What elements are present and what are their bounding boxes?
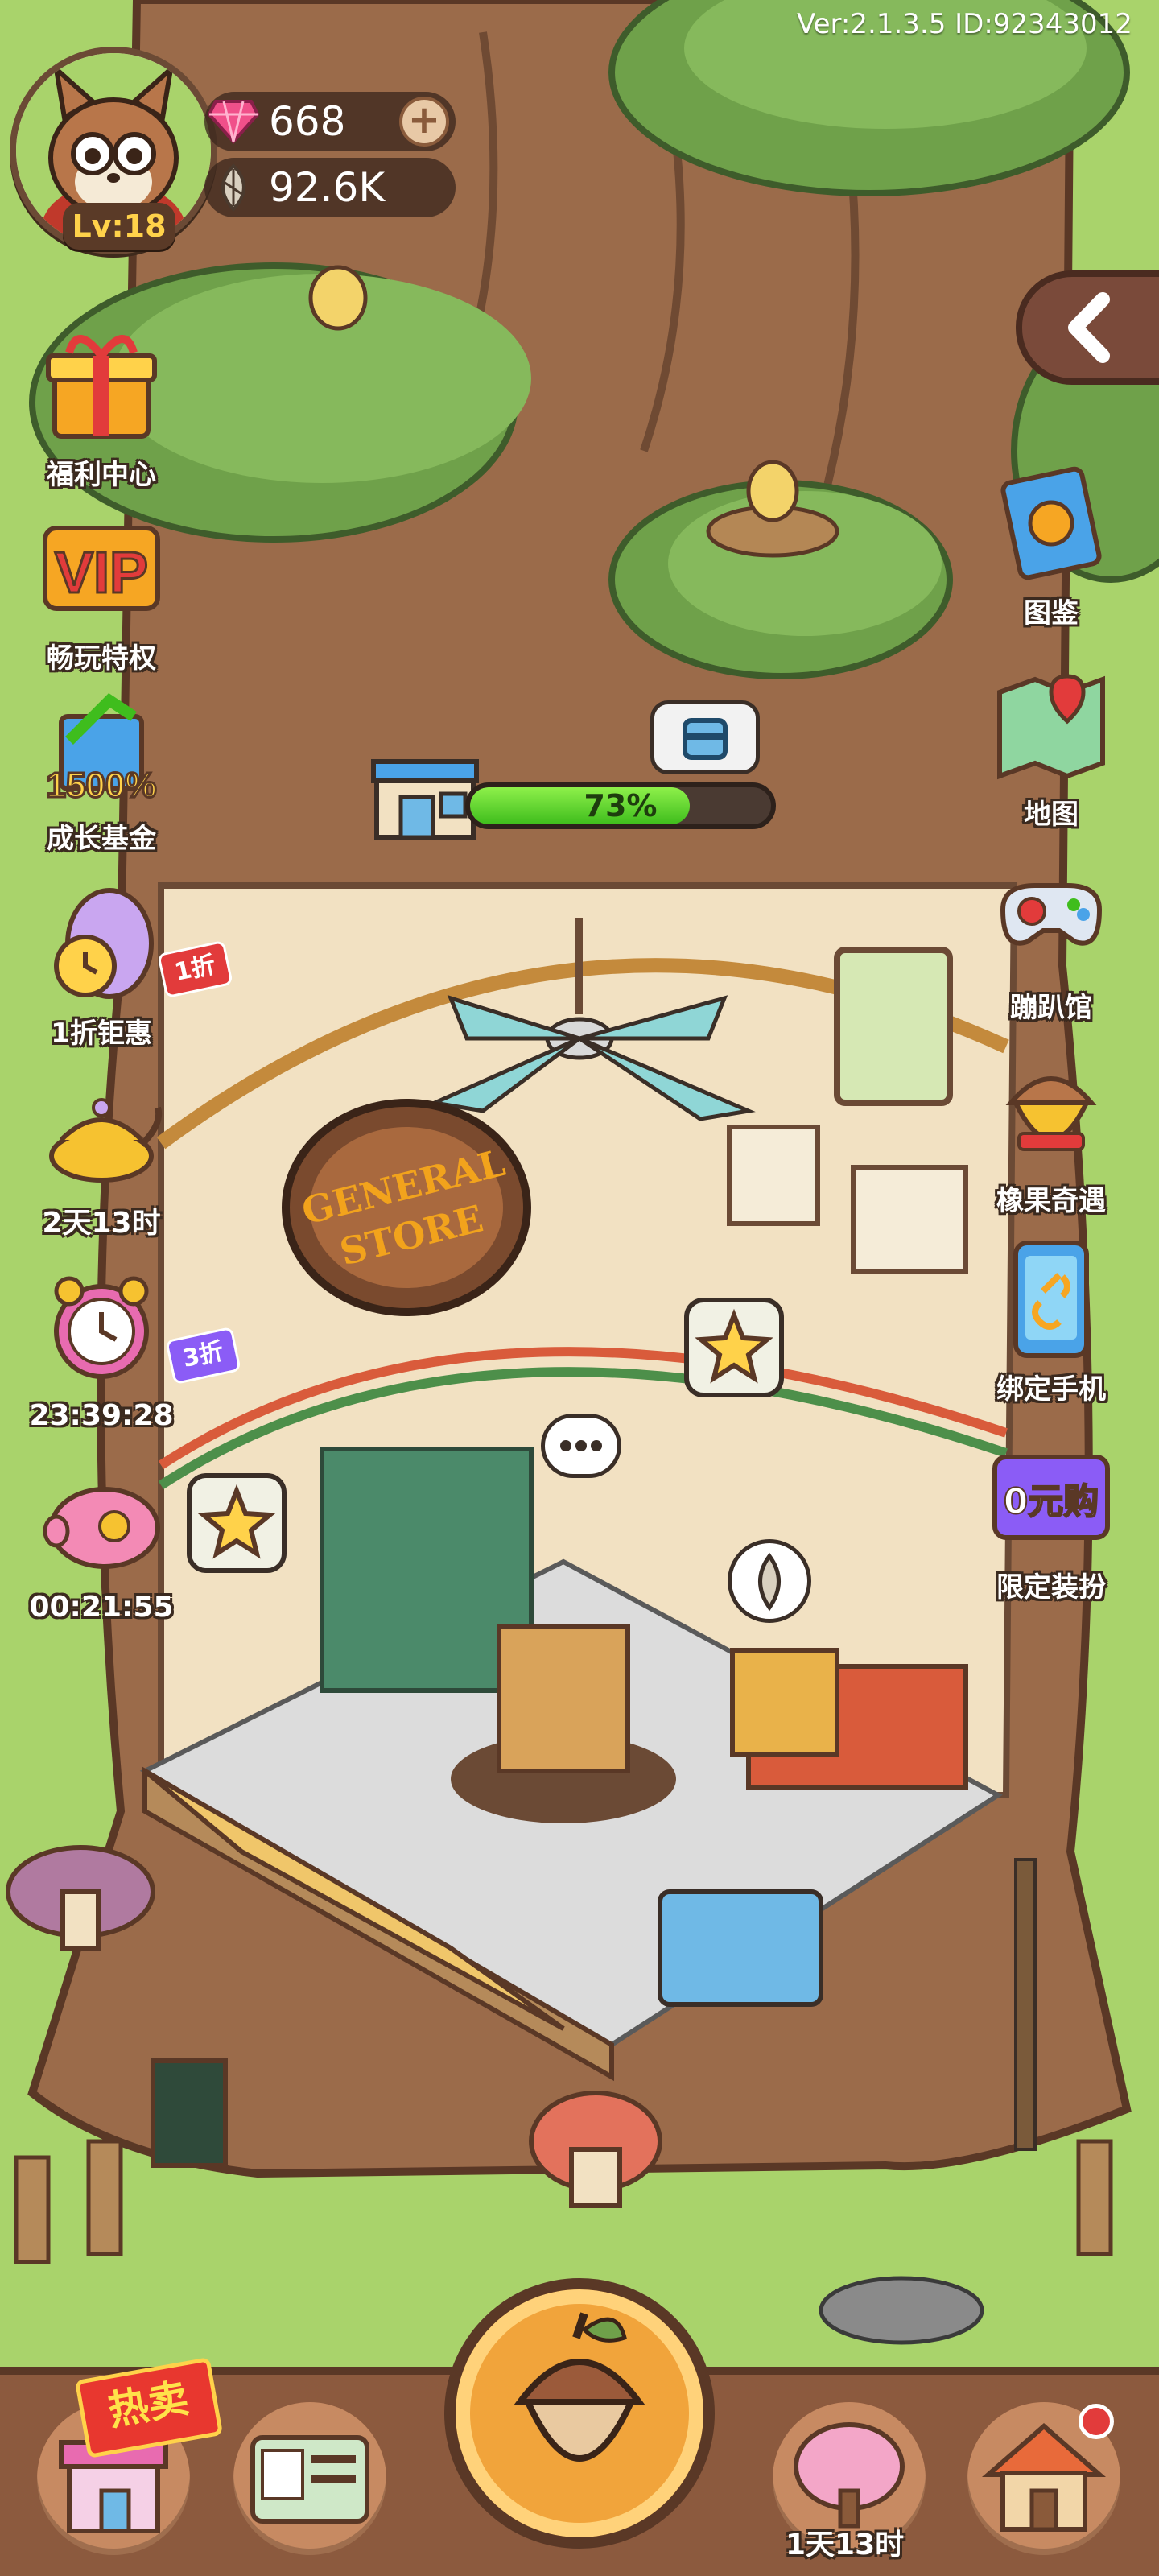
- svg-text:VIP: VIP: [55, 541, 148, 605]
- acorn-bell-icon: [1005, 1076, 1097, 1151]
- gem-count: 668: [269, 98, 346, 145]
- version-id-text: Ver:2.1.3.5 ID:92343012: [797, 8, 1132, 40]
- one-fold-deal-button[interactable]: 1折钜惠: [21, 879, 182, 1051]
- seed-collect-bubble[interactable]: [728, 1539, 811, 1623]
- alarm-clock-deal-button[interactable]: 23:39:28: [21, 1267, 182, 1432]
- vip-icon: VIP: [43, 526, 160, 611]
- party-hall-button[interactable]: 蹦趴馆: [971, 853, 1132, 1025]
- welfare-center-button[interactable]: 福利中心: [21, 320, 182, 492]
- sunflower-seed-icon: [758, 1552, 781, 1612]
- acorn-main-button[interactable]: [444, 2278, 715, 2549]
- acorn-icon: [514, 2312, 645, 2462]
- star-icon: [695, 1308, 773, 1384]
- map-button[interactable]: 地图: [971, 660, 1132, 832]
- star-task-bubble-left[interactable]: [187, 1473, 287, 1573]
- one-fold-deal-label: 1折钜惠: [51, 1018, 152, 1050]
- chevron-left-icon: [1068, 292, 1110, 363]
- star-icon: [197, 1484, 276, 1559]
- collection-book-label: 图鉴: [1024, 597, 1079, 630]
- id-card-button[interactable]: [233, 2402, 386, 2555]
- egg-clock-icon: [54, 888, 154, 999]
- id-card-icon: [250, 2435, 369, 2524]
- map-label: 地图: [1024, 799, 1079, 831]
- alarm-clock-timer: 23:39:28: [29, 1399, 174, 1432]
- growth-fund-button[interactable]: 1500% 成长基金: [21, 684, 182, 856]
- sunflower-seed-icon: [221, 163, 245, 212]
- collection-book-icon: [1000, 466, 1102, 580]
- game-controller-icon: [1000, 883, 1103, 946]
- sakura-event-timer: 1天13时: [786, 2529, 905, 2562]
- limited-outfit-label: 限定装扮: [996, 1571, 1106, 1604]
- gem-icon: [208, 100, 259, 145]
- store-upgrade-progress-bar: 73%: [465, 782, 776, 829]
- add-gems-button[interactable]: +: [399, 97, 449, 147]
- party-hall-label: 蹦趴馆: [1010, 992, 1092, 1024]
- map-icon: [997, 674, 1105, 780]
- growth-fund-label: 成长基金: [47, 823, 156, 855]
- reward-chest-bubble[interactable]: [650, 700, 760, 774]
- zero-yuan-icon: 0元购: [992, 1455, 1110, 1540]
- bind-phone-label: 绑定手机: [996, 1373, 1106, 1406]
- ellipsis-icon: [560, 1440, 602, 1451]
- gift-box-icon: [46, 335, 157, 439]
- collection-book-button[interactable]: 图鉴: [971, 459, 1132, 630]
- general-store-sign: GENERAL STORE: [282, 1099, 531, 1316]
- chat-bubble[interactable]: [541, 1414, 621, 1478]
- zero-yuan-art-text: 0元购: [1004, 1481, 1099, 1522]
- notification-dot: [1079, 2404, 1114, 2439]
- treasure-chest-icon: [683, 718, 728, 760]
- vip-privilege-label: 畅玩特权: [47, 642, 156, 675]
- bind-phone-button[interactable]: 绑定手机: [971, 1235, 1132, 1406]
- magic-lamp-button[interactable]: 2天13时: [21, 1067, 182, 1241]
- growth-fund-art-text: 1500%: [46, 766, 156, 805]
- vip-privilege-button[interactable]: VIP 畅玩特权: [21, 504, 182, 675]
- seed-count: 92.6K: [269, 164, 386, 211]
- store-building-icon: [371, 759, 479, 840]
- piggy-bank-icon: [43, 1487, 160, 1569]
- star-task-bubble-store[interactable]: [684, 1298, 784, 1397]
- growth-fund-icon: 1500%: [45, 692, 158, 807]
- acorn-adventure-label: 橡果奇遇: [996, 1185, 1106, 1217]
- collapse-right-menu-button[interactable]: [1016, 270, 1159, 385]
- magic-lamp-icon: [49, 1098, 162, 1183]
- player-level-badge: Lv:18: [63, 203, 175, 250]
- welfare-center-label: 福利中心: [47, 459, 156, 491]
- alarm-clock-icon: [54, 1276, 149, 1379]
- magic-lamp-timer: 2天13时: [42, 1207, 161, 1240]
- phone-link-icon: [1013, 1241, 1089, 1358]
- progress-percent-label: 73%: [584, 788, 658, 824]
- piggy-bank-timer: 00:21:55: [29, 1591, 174, 1624]
- piggy-bank-button[interactable]: 00:21:55: [21, 1459, 182, 1624]
- acorn-adventure-button[interactable]: 橡果奇遇: [971, 1046, 1132, 1218]
- limited-outfit-button[interactable]: 0元购 限定装扮: [971, 1433, 1132, 1604]
